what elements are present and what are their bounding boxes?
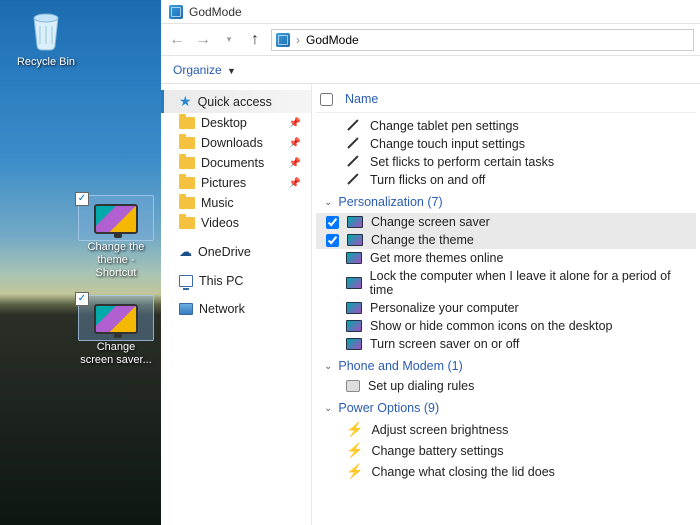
pin-icon: 📌 [289,118,301,129]
chevron-down-icon: ⌄ [324,403,332,414]
folder-icon [179,137,195,149]
control-panel-icon [169,5,183,19]
column-header[interactable]: Name [316,90,696,113]
forward-button: → [193,30,213,50]
chevron-down-icon: ⌄ [324,197,332,208]
monitor-icon [94,204,138,234]
sidebar-network[interactable]: Network [161,299,311,319]
item-checkbox[interactable] [326,216,339,229]
folder-icon [179,197,195,209]
monitor-icon [346,277,362,289]
list-item[interactable]: Change touch input settings [316,135,696,153]
breadcrumb-separator: › [296,33,300,47]
sidebar-item-desktop[interactable]: Desktop📌 [161,113,311,133]
recent-dropdown[interactable]: ▾ [219,30,239,50]
list-item[interactable]: ⚡Change battery settings [316,440,696,461]
monitor-icon [346,338,362,350]
explorer-window: GodMode ← → ▾ ↑ › GodMode Organize ▼ ★ Q… [161,0,700,525]
recycle-bin[interactable]: Recycle Bin [8,6,84,69]
window-title: GodMode [189,5,242,19]
chevron-down-icon: ▼ [227,66,236,76]
list-item[interactable]: Change the theme [316,231,696,249]
navbar: ← → ▾ ↑ › GodMode [161,24,700,56]
list-item[interactable]: Change tablet pen settings [316,117,696,135]
sidebar-item-music[interactable]: Music [161,193,311,213]
folder-icon [179,117,195,129]
organize-button[interactable]: Organize ▼ [173,63,236,77]
pen-icon [346,119,362,133]
shortcut-label: Change screen saver... [78,341,154,367]
shortcut-change-theme[interactable]: ✓ Change the theme - Shortcut [78,195,154,281]
group-phone-modem[interactable]: ⌄Phone and Modem (1) [316,353,696,377]
monitor-icon [347,234,363,246]
sidebar-item-downloads[interactable]: Downloads📌 [161,133,311,153]
monitor-icon [346,252,362,264]
recycle-bin-label: Recycle Bin [8,56,84,69]
sidebar-item-documents[interactable]: Documents📌 [161,153,311,173]
monitor-icon [347,216,363,228]
pin-icon: 📌 [289,158,301,169]
monitor-icon [94,304,138,334]
sidebar-item-videos[interactable]: Videos [161,213,311,233]
recycle-bin-icon [22,6,70,54]
shortcut-label: Change the theme - Shortcut [78,241,154,281]
monitor-icon [346,302,362,314]
back-button[interactable]: ← [167,30,187,50]
monitor-icon [346,320,362,332]
cloud-icon: ☁ [179,244,192,260]
pen-icon [346,173,362,187]
desktop[interactable]: Recycle Bin ✓ Change the theme - Shortcu… [0,0,161,525]
up-button[interactable]: ↑ [245,30,265,50]
titlebar[interactable]: GodMode [161,0,700,24]
list-item[interactable]: ⚡Adjust screen brightness [316,419,696,440]
battery-icon: ⚡ [346,442,363,459]
list-item[interactable]: Show or hide common icons on the desktop [316,317,696,335]
list-item[interactable]: Get more themes online [316,249,696,267]
name-header[interactable]: Name [345,92,378,106]
sidebar-onedrive[interactable]: ☁OneDrive [161,241,311,263]
control-panel-icon [276,33,290,47]
pen-icon [346,155,362,169]
folder-icon [179,157,195,169]
address-text[interactable]: GodMode [306,33,359,47]
list-item[interactable]: Lock the computer when I leave it alone … [316,267,696,299]
pen-icon [346,137,362,151]
toolbar: Organize ▼ [161,56,700,84]
folder-icon [179,177,195,189]
shortcut-change-screensaver[interactable]: ✓ Change screen saver... [78,295,154,367]
list-item[interactable]: Set up dialing rules [316,377,696,395]
list-item[interactable]: ⚡Change what closing the lid does [316,461,696,482]
sidebar: ★ Quick access Desktop📌 Downloads📌 Docum… [161,84,312,525]
battery-icon: ⚡ [346,463,363,480]
pin-icon: 📌 [289,178,301,189]
sidebar-this-pc[interactable]: This PC [161,271,311,291]
list-item[interactable]: Turn screen saver on or off [316,335,696,353]
selection-check-icon: ✓ [75,292,89,306]
modem-icon [346,380,360,392]
network-icon [179,303,193,315]
chevron-down-icon: ⌄ [324,361,332,372]
star-icon: ★ [179,93,192,110]
battery-icon: ⚡ [346,421,363,438]
sidebar-quick-access[interactable]: ★ Quick access [161,90,311,113]
sidebar-item-pictures[interactable]: Pictures📌 [161,173,311,193]
list-item[interactable]: Change screen saver [316,213,696,231]
folder-icon [179,217,195,229]
group-power-options[interactable]: ⌄Power Options (9) [316,395,696,419]
content-pane[interactable]: Name Change tablet pen settings Change t… [312,84,700,525]
pc-icon [179,275,193,287]
select-all-checkbox[interactable] [320,93,333,106]
item-checkbox[interactable] [326,234,339,247]
address-bar[interactable]: › GodMode [271,29,694,51]
list-item[interactable]: Personalize your computer [316,299,696,317]
list-item[interactable]: Set flicks to perform certain tasks [316,153,696,171]
group-personalization[interactable]: ⌄Personalization (7) [316,189,696,213]
selection-check-icon: ✓ [75,192,89,206]
list-item[interactable]: Turn flicks on and off [316,171,696,189]
pin-icon: 📌 [289,138,301,149]
